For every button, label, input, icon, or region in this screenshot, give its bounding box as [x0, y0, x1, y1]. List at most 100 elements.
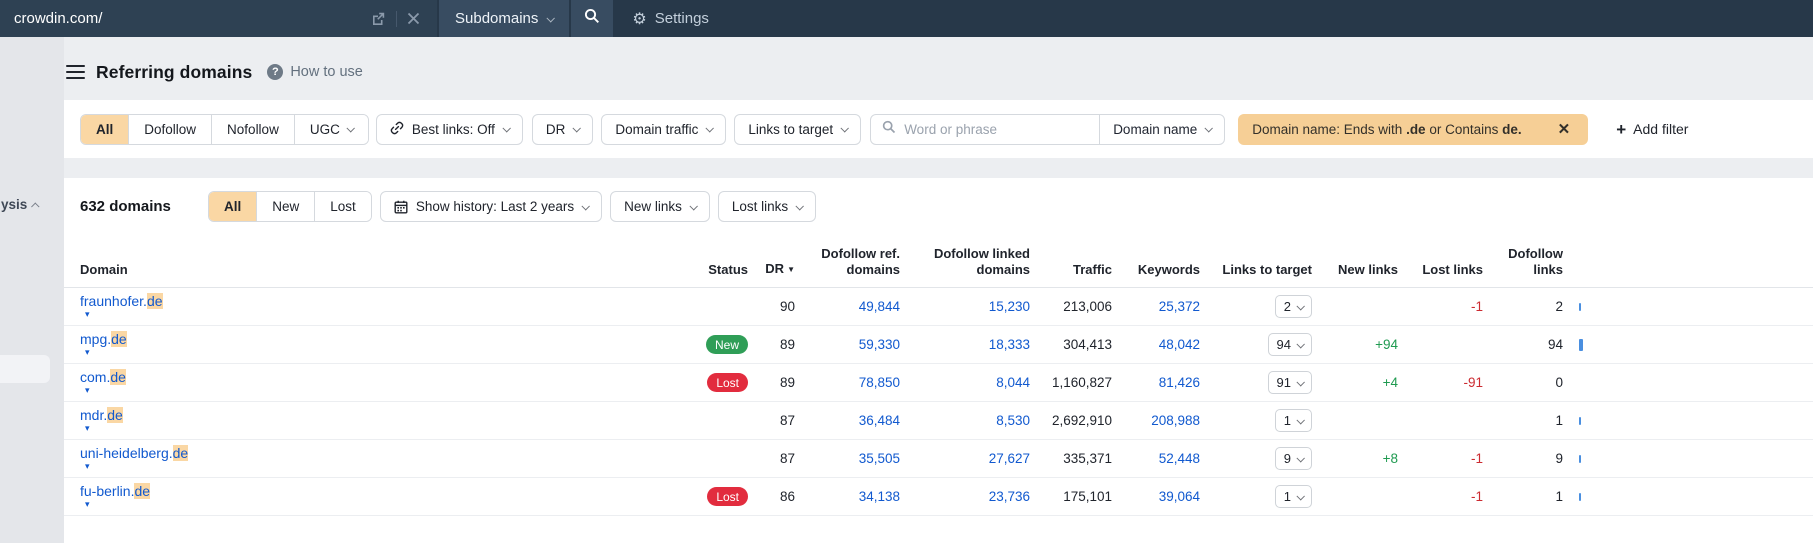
domain-caret-icon[interactable]: ▾ — [85, 423, 660, 434]
keywords-link[interactable]: 25,372 — [1159, 299, 1200, 314]
chevron-down-icon — [1296, 377, 1305, 387]
domain-caret-icon[interactable]: ▾ — [85, 385, 660, 396]
dofollow-ref-link[interactable]: 36,484 — [859, 413, 900, 428]
how-to-use-label: How to use — [290, 64, 363, 80]
dofollow-linked-link[interactable]: 27,627 — [989, 451, 1030, 466]
active-filter-chip[interactable]: Domain name: Ends with .de or Contains d… — [1238, 113, 1589, 145]
filter-tab-all[interactable]: All — [81, 114, 129, 144]
domain-caret-icon[interactable]: ▾ — [85, 347, 660, 358]
status-tab-all[interactable]: All — [209, 192, 257, 221]
dofollow-ref-link[interactable]: 35,505 — [859, 451, 900, 466]
domain-cell: fu-berlin.de ▾ — [80, 483, 660, 510]
links-to-target-select[interactable]: 1 — [1274, 485, 1312, 508]
target-url-input[interactable]: crowdin.com/ — [0, 0, 437, 37]
lost-links-dropdown[interactable]: Lost links — [717, 191, 817, 222]
links-to-target-select[interactable]: 1 — [1274, 409, 1312, 432]
col-lost-links[interactable]: Lost links — [1398, 262, 1483, 278]
chevron-down-icon — [581, 201, 591, 211]
dofollow-links-value-cell: 94 — [1483, 337, 1563, 352]
keywords-link[interactable]: 48,042 — [1159, 337, 1200, 352]
sidebar-section-partial[interactable]: ysis — [1, 197, 40, 212]
dofollow-linked-link[interactable]: 8,530 — [996, 413, 1030, 428]
domain-link[interactable]: fraunhofer.de — [80, 293, 660, 309]
best-links-dropdown[interactable]: Best links: Off — [375, 113, 523, 145]
filter-tab-dofollow[interactable]: Dofollow — [128, 114, 212, 144]
show-history-label: Show history: Last 2 years — [415, 199, 575, 214]
chevron-down-icon — [795, 201, 805, 211]
domain-caret-icon[interactable]: ▾ — [85, 499, 660, 510]
scope-dropdown[interactable]: Subdomains — [439, 0, 570, 37]
col-keywords[interactable]: Keywords — [1112, 262, 1200, 278]
col-traffic[interactable]: Traffic — [1030, 262, 1112, 278]
keywords-link[interactable]: 81,426 — [1159, 375, 1200, 390]
dofollow-linked-link[interactable]: 23,736 — [989, 489, 1030, 504]
word-search-box[interactable] — [871, 115, 1099, 144]
chevron-down-icon — [840, 124, 850, 133]
url-divider — [396, 10, 397, 27]
dofollow-linked-link[interactable]: 15,230 — [989, 299, 1030, 314]
dofollow-ref-link[interactable]: 34,138 — [859, 489, 900, 504]
status-tab-new[interactable]: New — [256, 192, 315, 221]
dofollow-links-value: 94 — [1547, 337, 1563, 352]
domain-link[interactable]: uni-heidelberg.de — [80, 445, 660, 461]
active-filter-text: Domain name: Ends with .de or Contains d… — [1252, 121, 1522, 137]
settings-button[interactable]: ⚙ Settings — [632, 0, 709, 37]
status-tab-all-label: All — [224, 199, 242, 214]
domain-traffic-dropdown[interactable]: Domain traffic — [601, 113, 727, 145]
add-filter-button[interactable]: + Add filter — [1616, 121, 1688, 138]
col-links-to-target[interactable]: Links to target — [1200, 262, 1312, 278]
filter-tab-nofollow[interactable]: Nofollow — [211, 114, 294, 144]
domain-link[interactable]: mdr.de — [80, 407, 660, 423]
chevron-down-icon — [572, 124, 582, 133]
keywords-link[interactable]: 208,988 — [1151, 413, 1200, 428]
dofollow-linked-link[interactable]: 18,333 — [989, 337, 1030, 352]
show-history-dropdown[interactable]: Show history: Last 2 years — [379, 191, 603, 222]
col-dofollow-linked[interactable]: Dofollow linked domains — [900, 246, 1030, 278]
clear-url-icon[interactable] — [400, 12, 427, 25]
lost-links-label: Lost links — [731, 199, 789, 214]
keywords-link[interactable]: 52,448 — [1159, 451, 1200, 466]
open-external-icon[interactable] — [364, 11, 393, 26]
how-to-use-link[interactable]: ? How to use — [267, 64, 363, 80]
lost-links-value: -1 — [1470, 299, 1483, 314]
col-dofollow-links[interactable]: Dofollow links — [1483, 246, 1563, 278]
chevron-down-icon — [1296, 415, 1305, 425]
domain-link[interactable]: com.de — [80, 369, 660, 385]
links-to-target-select[interactable]: 9 — [1274, 447, 1312, 470]
col-dr[interactable]: DR ▼ — [748, 261, 795, 278]
dofollow-ref-link[interactable]: 49,844 — [859, 299, 900, 314]
menu-icon[interactable] — [66, 63, 85, 82]
col-new-links[interactable]: New links — [1312, 262, 1398, 278]
dofollow-ref-link[interactable]: 59,330 — [859, 337, 900, 352]
filter-tab-ugc[interactable]: UGC — [293, 114, 368, 144]
col-dofollow-ref[interactable]: Dofollow ref. domains — [795, 246, 900, 278]
dofollow-linked-link-cell: 15,230 — [900, 299, 1030, 314]
table-row: fu-berlin.de ▾ Lost 86 34,138 23,736 175,101 39… — [64, 478, 1813, 516]
domain-link[interactable]: fu-berlin.de — [80, 483, 660, 499]
word-search-input[interactable] — [904, 121, 1065, 137]
search-button[interactable] — [571, 0, 614, 37]
links-to-target-dropdown[interactable]: Links to target — [734, 113, 862, 145]
domain-caret-icon[interactable]: ▾ — [85, 461, 660, 472]
links-to-target-select[interactable]: 94 — [1267, 333, 1312, 356]
chevron-down-icon — [1204, 124, 1214, 133]
remove-filter-icon[interactable]: ✕ — [1554, 120, 1575, 138]
dr-value: 89 — [779, 337, 795, 352]
status-tab-lost[interactable]: Lost — [314, 192, 371, 221]
domain-caret-icon[interactable]: ▾ — [85, 309, 660, 320]
traffic-value: 304,413 — [1063, 337, 1112, 352]
spark-cell — [1563, 337, 1603, 352]
dofollow-ref-link[interactable]: 78,850 — [859, 375, 900, 390]
dofollow-linked-link[interactable]: 8,044 — [996, 375, 1030, 390]
keywords-link-cell: 208,988 — [1112, 413, 1200, 428]
links-to-target-select[interactable]: 2 — [1274, 295, 1312, 318]
sidebar-active-item[interactable] — [0, 355, 50, 383]
links-to-target-select[interactable]: 91 — [1267, 371, 1312, 394]
sidebar-partial-label: ysis — [1, 197, 28, 212]
new-links-dropdown[interactable]: New links — [610, 191, 710, 222]
dofollow-links-value-cell: 0 — [1483, 375, 1563, 390]
search-field-dropdown[interactable]: Domain name — [1099, 114, 1224, 144]
domain-link[interactable]: mpg.de — [80, 331, 660, 347]
keywords-link[interactable]: 39,064 — [1159, 489, 1200, 504]
dr-filter-dropdown[interactable]: DR — [531, 113, 594, 145]
